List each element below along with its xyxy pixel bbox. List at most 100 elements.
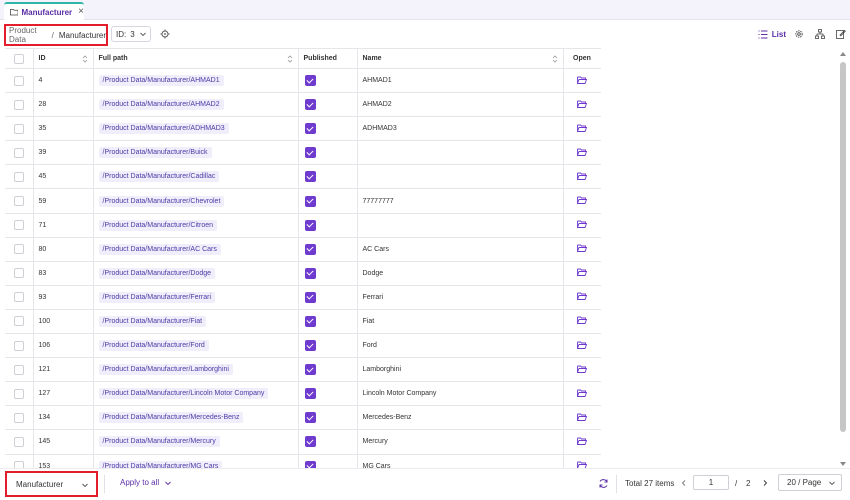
table-row[interactable]: 93/Product Data/Manufacturer/Ferrari Ferr…: [5, 285, 601, 310]
open-folder-icon[interactable]: [577, 124, 588, 132]
full-path-link[interactable]: /Product Data/Manufacturer/Dodge: [98, 267, 216, 279]
table-row[interactable]: 127/Product Data/Manufacturer/Lincoln Mo…: [5, 381, 601, 407]
open-folder-icon[interactable]: [577, 76, 588, 84]
table-row[interactable]: 100/Product Data/Manufacturer/Fiat Fiat: [5, 309, 601, 335]
published-checkbox[interactable]: [304, 460, 316, 468]
row-checkbox[interactable]: [13, 244, 24, 255]
tab-manufacturer[interactable]: Manufacturer ×: [4, 2, 84, 20]
published-checkbox[interactable]: [304, 75, 316, 87]
full-path-link[interactable]: /Product Data/Manufacturer/AC Cars: [98, 243, 221, 255]
table-row[interactable]: 80/Product Data/Manufacturer/AC Cars AC C…: [5, 237, 601, 262]
table-row[interactable]: 71/Product Data/Manufacturer/Citroen: [5, 213, 601, 238]
table-row[interactable]: 35/Product Data/Manufacturer/ADHMAD3 ADHM…: [5, 116, 601, 142]
row-checkbox[interactable]: [13, 123, 24, 134]
open-folder-icon[interactable]: [577, 244, 588, 253]
open-folder-icon[interactable]: [577, 172, 588, 180]
full-path-link[interactable]: /Product Data/Manufacturer/Lincoln Motor…: [98, 388, 269, 400]
chevron-left-icon[interactable]: [680, 479, 688, 487]
published-checkbox[interactable]: [304, 340, 316, 352]
row-checkbox[interactable]: [13, 147, 24, 158]
row-checkbox[interactable]: [13, 196, 24, 207]
page-size-select[interactable]: 20 / Page: [778, 474, 842, 491]
hierarchy-icon[interactable]: [815, 29, 825, 39]
full-path-link[interactable]: /Product Data/Manufacturer/Ford: [98, 340, 209, 352]
row-checkbox[interactable]: [13, 412, 24, 423]
row-checkbox[interactable]: [13, 436, 24, 447]
row-checkbox[interactable]: [13, 268, 24, 279]
column-header-full-path[interactable]: Full path: [93, 48, 299, 69]
open-folder-icon[interactable]: [577, 292, 588, 301]
full-path-link[interactable]: /Product Data/Manufacturer/AHMAD2: [98, 99, 224, 111]
list-view-button[interactable]: List: [758, 30, 786, 39]
row-checkbox[interactable]: [13, 75, 24, 86]
full-path-link[interactable]: /Product Data/Manufacturer/AHMAD1: [98, 75, 224, 87]
row-checkbox[interactable]: [13, 340, 24, 351]
full-path-link[interactable]: /Product Data/Manufacturer/Cadillac: [98, 171, 220, 183]
open-folder-icon[interactable]: [577, 268, 588, 277]
refresh-icon[interactable]: [598, 478, 609, 489]
table-row[interactable]: 106/Product Data/Manufacturer/Ford Ford: [5, 333, 601, 359]
vertical-scrollbar[interactable]: [838, 48, 848, 468]
chevron-right-icon[interactable]: [761, 479, 769, 487]
locate-icon[interactable]: [160, 29, 170, 39]
breadcrumb-item-product-data[interactable]: Product Data: [9, 26, 47, 44]
select-all-checkbox[interactable]: [13, 53, 24, 64]
table-row[interactable]: 45/Product Data/Manufacturer/Cadillac: [5, 164, 601, 190]
table-row[interactable]: 83/Product Data/Manufacturer/Dodge Dodge: [5, 261, 601, 286]
row-checkbox[interactable]: [13, 388, 24, 399]
full-path-link[interactable]: /Product Data/Manufacturer/MG Cars: [98, 460, 223, 468]
column-header-id[interactable]: ID: [33, 48, 94, 69]
full-path-link[interactable]: /Product Data/Manufacturer/Citroen: [98, 219, 217, 231]
open-folder-icon[interactable]: [577, 413, 588, 421]
breadcrumb-item-manufacturer[interactable]: Manufacturer: [59, 31, 106, 40]
published-checkbox[interactable]: [304, 388, 316, 400]
class-selector[interactable]: Manufacturer: [5, 471, 98, 497]
column-header-name[interactable]: Name: [357, 48, 564, 69]
table-row[interactable]: 28/Product Data/Manufacturer/AHMAD2 AHMAD…: [5, 92, 601, 118]
row-checkbox[interactable]: [13, 171, 24, 182]
open-folder-icon[interactable]: [577, 196, 588, 204]
row-checkbox[interactable]: [13, 461, 24, 468]
open-folder-icon[interactable]: [577, 461, 588, 468]
edit-icon[interactable]: [836, 29, 846, 39]
full-path-link[interactable]: /Product Data/Manufacturer/Chevrolet: [98, 195, 225, 207]
row-checkbox[interactable]: [13, 292, 24, 303]
row-checkbox[interactable]: [13, 220, 24, 231]
full-path-link[interactable]: /Product Data/Manufacturer/Lamborghini: [98, 364, 233, 376]
sort-icon[interactable]: [552, 54, 558, 64]
published-checkbox[interactable]: [304, 412, 316, 424]
sort-icon[interactable]: [82, 54, 88, 64]
page-number-input[interactable]: 1: [693, 475, 729, 490]
published-checkbox[interactable]: [304, 123, 316, 135]
published-checkbox[interactable]: [304, 291, 316, 303]
row-checkbox[interactable]: [13, 316, 24, 327]
scroll-down-arrow-icon[interactable]: [840, 462, 846, 466]
scroll-up-arrow-icon[interactable]: [840, 52, 846, 56]
column-header-published[interactable]: Published: [298, 48, 358, 69]
full-path-link[interactable]: /Product Data/Manufacturer/Mercury: [98, 436, 220, 448]
table-row[interactable]: 121/Product Data/Manufacturer/Lamborghin…: [5, 357, 601, 383]
row-checkbox[interactable]: [13, 364, 24, 375]
published-checkbox[interactable]: [304, 267, 316, 279]
table-row[interactable]: 134/Product Data/Manufacturer/Mercedes-B…: [5, 405, 601, 431]
close-icon[interactable]: ×: [78, 7, 84, 17]
row-checkbox[interactable]: [13, 99, 24, 110]
open-folder-icon[interactable]: [577, 437, 588, 445]
gear-icon[interactable]: [794, 29, 804, 39]
published-checkbox[interactable]: [304, 171, 316, 183]
published-checkbox[interactable]: [304, 99, 316, 111]
scroll-thumb[interactable]: [840, 62, 846, 432]
full-path-link[interactable]: /Product Data/Manufacturer/Buick: [98, 147, 212, 159]
open-folder-icon[interactable]: [577, 389, 588, 397]
published-checkbox[interactable]: [304, 219, 316, 231]
full-path-link[interactable]: /Product Data/Manufacturer/Mercedes-Benz: [98, 412, 244, 424]
sort-icon[interactable]: [287, 54, 293, 64]
full-path-link[interactable]: /Product Data/Manufacturer/Ferrari: [98, 291, 216, 303]
full-path-link[interactable]: /Product Data/Manufacturer/ADHMAD3: [98, 123, 229, 135]
table-row[interactable]: 153/Product Data/Manufacturer/MG Cars MG …: [5, 454, 601, 468]
open-folder-icon[interactable]: [577, 316, 588, 325]
open-folder-icon[interactable]: [577, 220, 588, 229]
open-folder-icon[interactable]: [577, 365, 588, 373]
published-checkbox[interactable]: [304, 147, 316, 159]
published-checkbox[interactable]: [304, 315, 316, 327]
